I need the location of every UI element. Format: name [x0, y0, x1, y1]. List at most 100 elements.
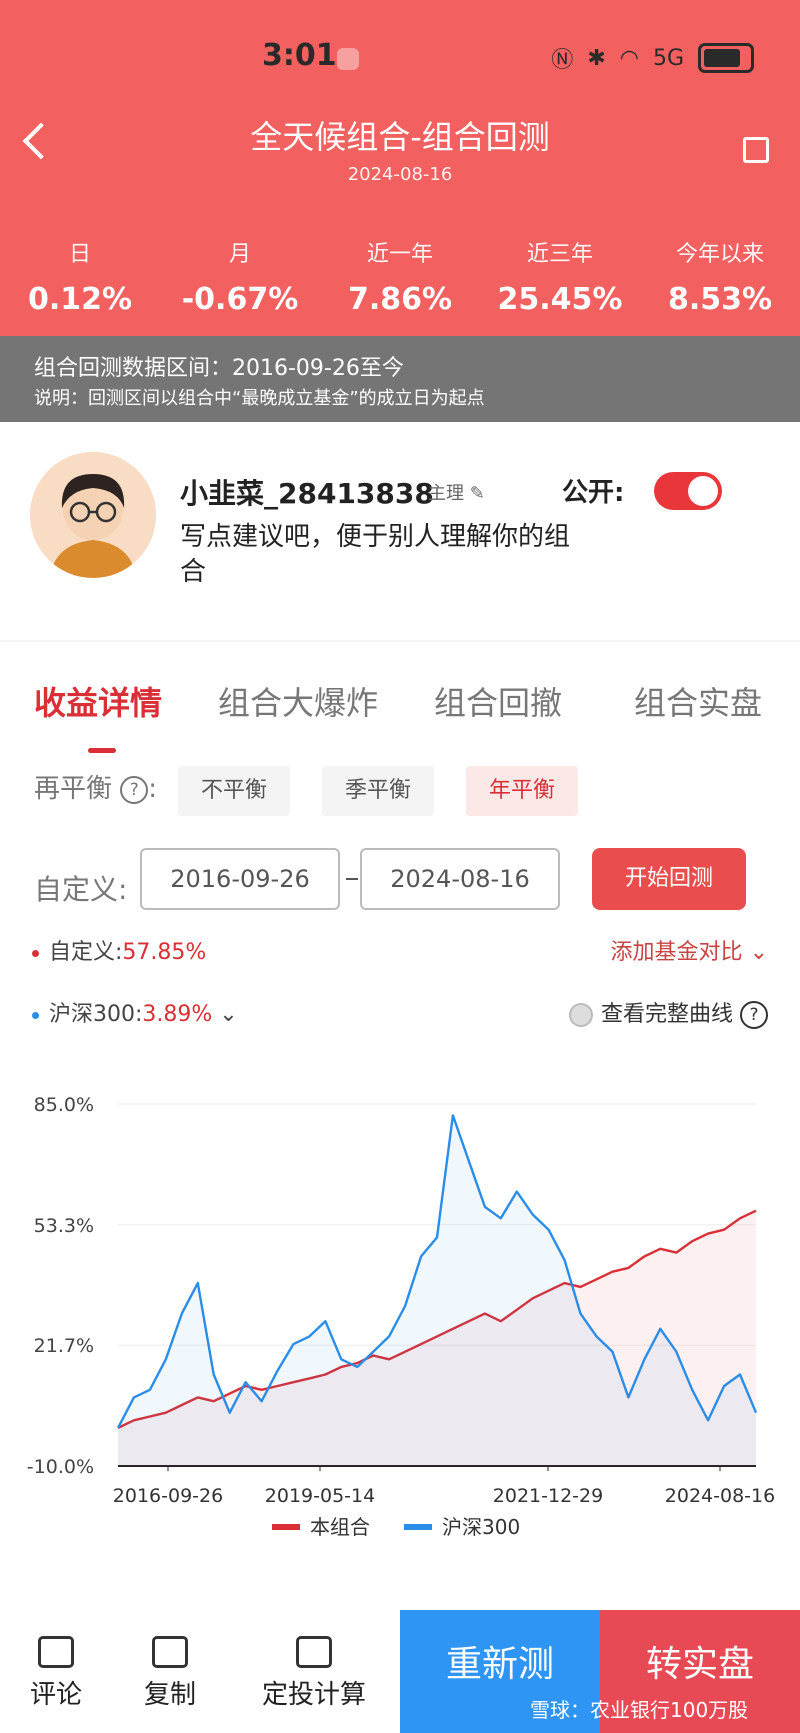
dca-calc-button[interactable]: 定投计算 [254, 1636, 374, 1711]
chevron-down-icon: ⌄ [219, 1002, 238, 1027]
copy-button[interactable]: 复制 [140, 1636, 200, 1711]
dca-label: 定投计算 [261, 1680, 366, 1710]
y-tick-label: 85.0% [34, 1094, 94, 1116]
range-note: 说明：回测区间以组合中“最晚成立基金”的成立日为起点 [34, 388, 485, 409]
tab-return-details[interactable]: 收益详情 [34, 678, 162, 724]
x-tick-label: 2019-05-14 [265, 1485, 375, 1507]
share-icon[interactable] [743, 137, 769, 163]
range-text: 组合回测数据区间：2016-09-26至今 [34, 356, 404, 381]
stat-value: -0.67% [181, 282, 299, 317]
yearly-rebalance-chip[interactable]: 年平衡 [466, 766, 578, 816]
stat-ytd: 今年以来 8.53% [640, 236, 800, 317]
x-tick-label: 2016-09-26 [113, 1485, 223, 1507]
legend-hs300-name: 沪深300: [49, 1002, 143, 1027]
y-tick-label: -10.0% [27, 1456, 94, 1478]
rebalance-label: 再平衡 ?: [34, 768, 157, 805]
role-badge: 主理 ✎ [428, 479, 485, 505]
radio-icon[interactable] [568, 1003, 593, 1027]
legend-dot-blue [32, 1011, 39, 1019]
full-curve-label: 查看完整曲线 [600, 1002, 733, 1027]
start-date-input[interactable]: 2016-09-26 [140, 848, 340, 910]
copy-label: 复制 [143, 1680, 196, 1710]
add-fund-label: 添加基金对比 [610, 940, 743, 965]
legend-hs300-value: 3.89% [142, 1002, 213, 1027]
tab-bar: 收益详情 组合大爆炸 组合回撤 组合实盘 [0, 678, 800, 753]
quarterly-rebalance-chip[interactable]: 季平衡 [322, 766, 434, 816]
legend-label: 本组合 [310, 1515, 370, 1539]
stat-day: 日 0.12% [0, 236, 160, 317]
legend-label: 沪深300 [442, 1515, 520, 1539]
end-date-input[interactable]: 2024-08-16 [360, 848, 560, 910]
range-info: 组合回测数据区间：2016-09-26至今 说明：回测区间以组合中“最晚成立基金… [0, 336, 800, 422]
stat-month: 月 -0.67% [160, 236, 320, 317]
stat-3y: 近三年 25.45% [480, 236, 640, 317]
public-label: 公开: [562, 478, 625, 508]
help-icon[interactable]: ? [740, 1001, 768, 1029]
rebalance-colon: : [148, 774, 158, 804]
content-card: 收益详情 组合大爆炸 组合回撤 组合实盘 再平衡 ?: 不平衡 季平衡 年平衡 … [0, 642, 800, 1610]
copy-icon [152, 1636, 188, 1668]
header: 3:01 Ⓝ ✱ ◠ 5G 全天候组合-组合回测 2024-08-16 日 0.… [0, 0, 800, 336]
edit-icon[interactable]: ✎ [470, 483, 485, 504]
rebalance-text: 再平衡 [34, 774, 113, 804]
stat-label: 月 [228, 242, 251, 267]
stats-row: 日 0.12% 月 -0.67% 近一年 7.86% 近三年 25.45% 今年… [0, 236, 800, 317]
help-icon[interactable]: ? [120, 775, 149, 804]
comment-label: 评论 [29, 1680, 82, 1710]
legend-custom-name: 自定义: [49, 940, 123, 965]
page-date: 2024-08-16 [347, 164, 453, 185]
watermark: 雪球：农业银行100万股 [530, 1698, 749, 1722]
full-curve-option[interactable]: 查看完整曲线 ? [568, 996, 768, 1029]
stat-label: 日 [68, 242, 91, 267]
avatar[interactable] [30, 452, 156, 578]
y-tick-label: 53.3% [34, 1215, 94, 1237]
x-tick-label: 2021-12-29 [493, 1485, 603, 1507]
tab-indicator [88, 748, 116, 753]
profile-card: 小韭菜_28413838 主理 ✎ 写点建议吧，便于别人理解你的组合 公开: [0, 422, 800, 640]
status-icons: Ⓝ ✱ ◠ 5G [551, 42, 754, 74]
calendar-icon [296, 1636, 332, 1668]
start-backtest-button[interactable]: 开始回测 [592, 848, 746, 910]
description-field[interactable]: 写点建议吧，便于别人理解你的组合 [180, 520, 570, 590]
chart: 85.0% 53.3% 21.7% -10.0% 2016-09-26 2019-05-1… [0, 1092, 800, 1562]
no-rebalance-chip[interactable]: 不平衡 [178, 766, 290, 816]
comment-icon [38, 1636, 74, 1668]
stat-value: 7.86% [347, 282, 453, 317]
wifi-icon: ◠ [619, 45, 639, 71]
stat-label: 今年以来 [675, 242, 764, 267]
avatar-illustration [30, 452, 156, 578]
legend-hs300[interactable]: 沪深300:3.89% ⌄ [32, 996, 238, 1028]
legend-custom: 自定义:57.85% [32, 934, 206, 966]
add-fund-compare[interactable]: 添加基金对比 ⌄ [611, 934, 768, 966]
page-title: 全天候组合-组合回测 [250, 118, 550, 156]
stat-label: 近三年 [526, 242, 593, 267]
public-toggle[interactable] [654, 472, 722, 510]
nfc-icon: Ⓝ [551, 48, 574, 73]
stat-value: 8.53% [667, 282, 773, 317]
date-separator [346, 878, 358, 880]
stat-value: 25.45% [497, 282, 623, 317]
legend-swatch [404, 1524, 432, 1530]
comment-button[interactable]: 评论 [26, 1636, 86, 1711]
tab-live[interactable]: 组合实盘 [634, 678, 762, 724]
legend-dot-red [32, 949, 39, 957]
chart-svg: 85.0% 53.3% 21.7% -10.0% 2016-09-26 2019-05-1… [27, 1094, 775, 1539]
tab-drawdown[interactable]: 组合回撤 [434, 678, 562, 724]
role-label: 主理 [428, 483, 464, 504]
username: 小韭菜_28413838 [180, 477, 434, 510]
y-tick-label: 21.7% [34, 1335, 94, 1357]
status-bar: 3:01 Ⓝ ✱ ◠ 5G [0, 36, 800, 80]
clock: 3:01 [262, 38, 337, 73]
legend-swatch [272, 1524, 300, 1530]
battery-icon [698, 43, 754, 73]
legend-custom-value: 57.85% [122, 940, 207, 965]
tab-portfolio-explosion[interactable]: 组合大爆炸 [218, 678, 378, 724]
stat-1y: 近一年 7.86% [320, 236, 480, 317]
custom-label: 自定义: [34, 873, 128, 906]
stat-value: 0.12% [27, 282, 133, 317]
x-tick-label: 2024-08-16 [665, 1485, 775, 1507]
bluetooth-icon: ✱ [587, 45, 606, 71]
chevron-down-icon: ⌄ [749, 940, 768, 965]
notification-icon [337, 48, 359, 70]
signal-icon: 5G [652, 45, 684, 71]
